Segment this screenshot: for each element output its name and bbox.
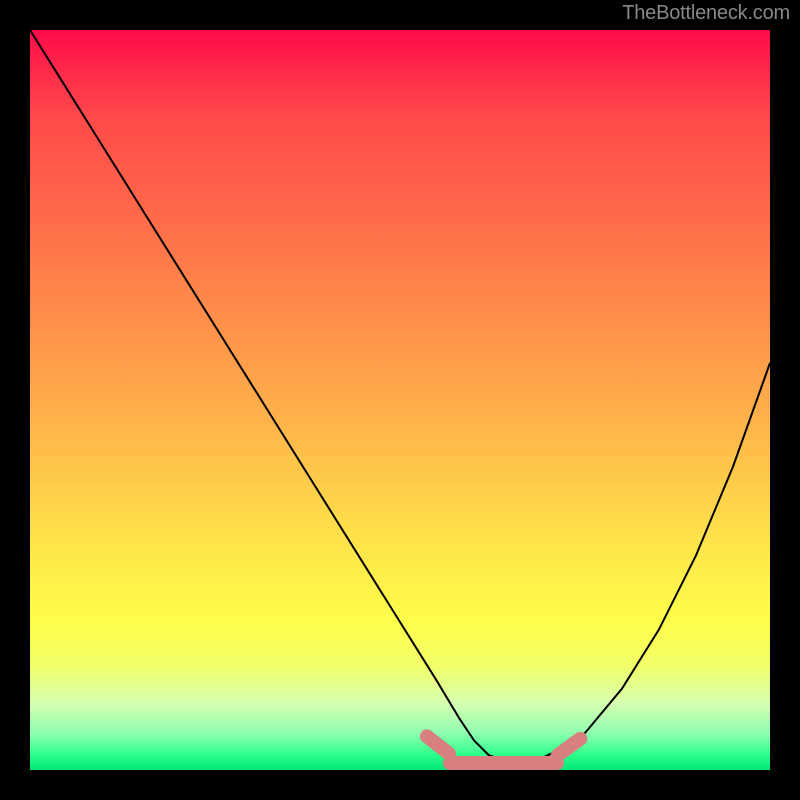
chart-container: TheBottleneck.com	[0, 0, 800, 800]
optimal-band-mid	[443, 756, 564, 770]
curve-path	[30, 30, 770, 763]
plot-area	[30, 30, 770, 770]
bottleneck-curve	[30, 30, 770, 770]
attribution-text: TheBottleneck.com	[622, 2, 790, 25]
